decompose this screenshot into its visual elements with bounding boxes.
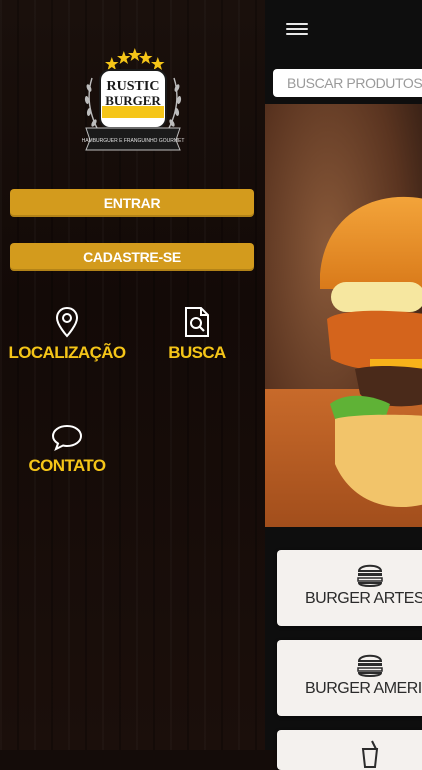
burger-icon bbox=[357, 654, 383, 677]
signup-button[interactable]: CADASTRE-SE bbox=[10, 243, 254, 271]
login-button[interactable]: ENTRAR bbox=[10, 189, 254, 217]
location-pin-icon bbox=[55, 306, 79, 338]
hamburger-menu-icon[interactable] bbox=[286, 20, 308, 40]
tile-search-label: BUSCA bbox=[168, 343, 226, 362]
rustic-burger-logo: RUSTIC BURGER HAMBURGUER E FRANGUINHO GO… bbox=[82, 48, 185, 151]
product-search-input[interactable]: BUSCAR PRODUTOS O bbox=[273, 69, 422, 97]
drink-icon bbox=[361, 740, 379, 768]
logo-word2: BURGER bbox=[105, 93, 161, 108]
burger-icon bbox=[357, 564, 383, 587]
category-card[interactable] bbox=[277, 730, 422, 770]
category-card[interactable]: BURGER ARTESAN bbox=[277, 550, 422, 626]
tile-location[interactable]: LOCALIZAÇÃO bbox=[2, 306, 132, 363]
tile-search[interactable]: BUSCA bbox=[132, 306, 262, 363]
side-drawer: RUSTIC BURGER HAMBURGUER E FRANGUINHO GO… bbox=[0, 0, 265, 750]
tile-contact[interactable]: CONTATO bbox=[2, 423, 132, 476]
chat-bubble-icon bbox=[51, 424, 83, 451]
category-label: BURGER AMERICAI bbox=[305, 680, 422, 697]
logo-tagline: HAMBURGUER E FRANGUINHO GOURMET bbox=[82, 138, 185, 144]
search-document-icon bbox=[185, 307, 209, 337]
category-card[interactable]: BURGER AMERICAI bbox=[277, 640, 422, 716]
tile-contact-label: CONTATO bbox=[28, 456, 106, 475]
hero-burger-image bbox=[265, 104, 422, 527]
search-placeholder: BUSCAR PRODUTOS O bbox=[287, 75, 422, 91]
logo-word1: RUSTIC bbox=[107, 79, 160, 94]
tile-location-label: LOCALIZAÇÃO bbox=[8, 343, 126, 362]
category-label: BURGER ARTESAN bbox=[305, 590, 422, 607]
